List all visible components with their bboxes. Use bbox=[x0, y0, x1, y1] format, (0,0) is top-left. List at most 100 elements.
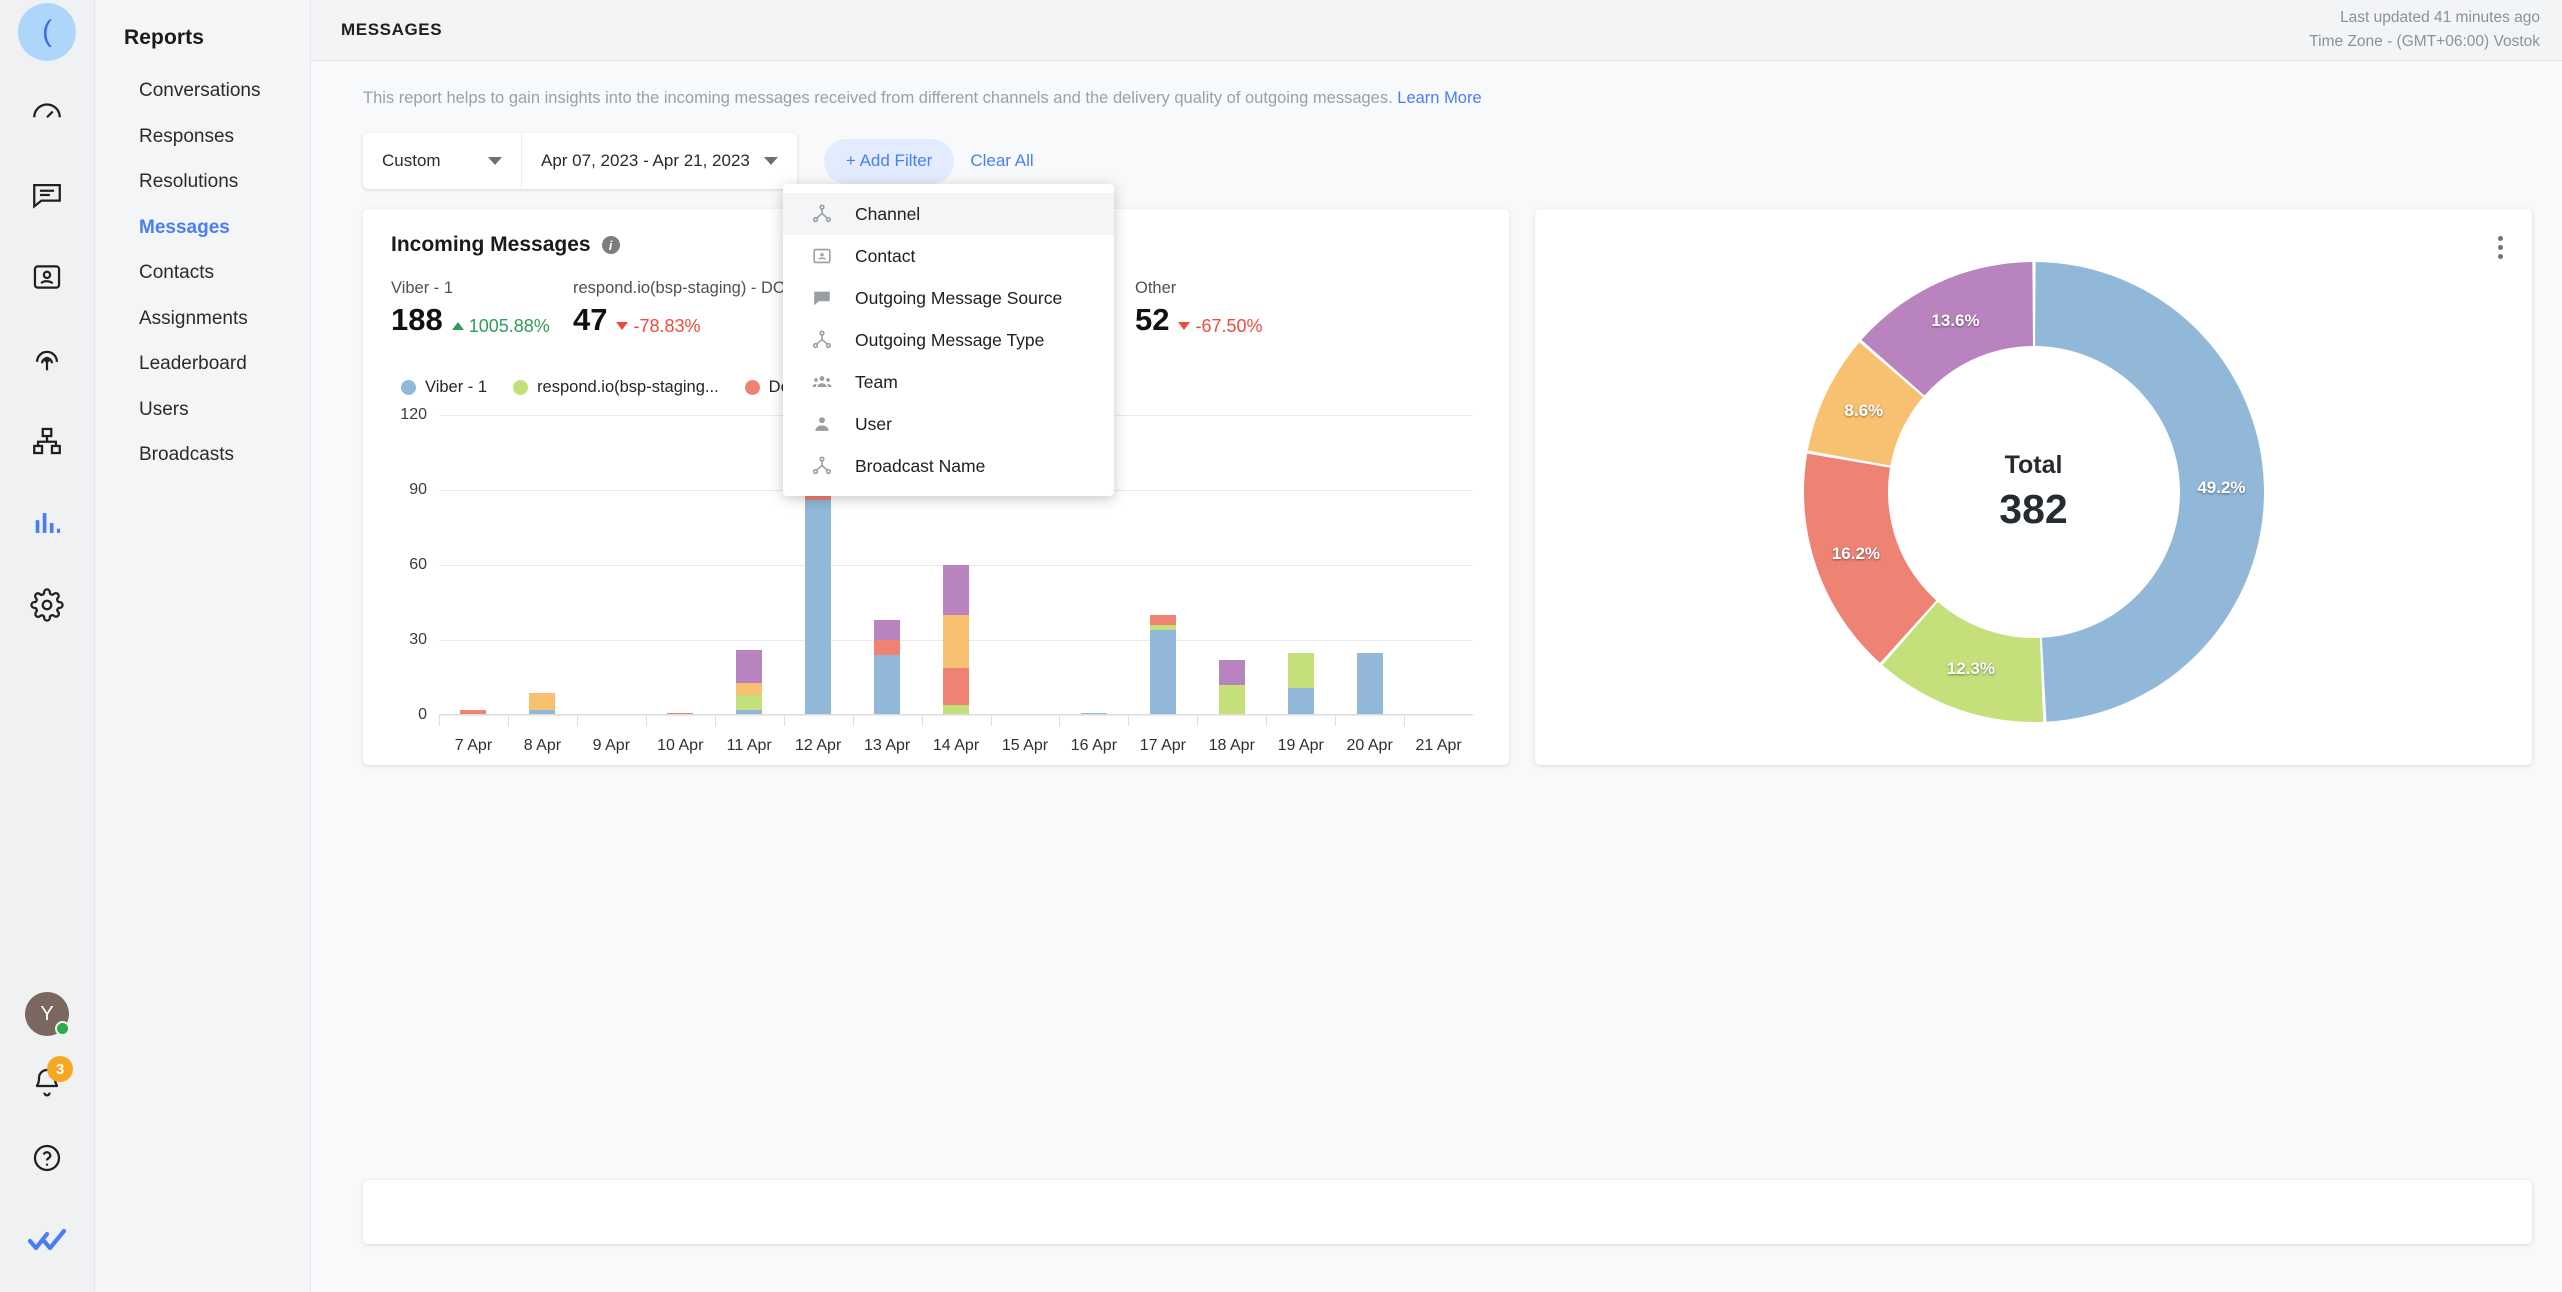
filter-option-user[interactable]: User bbox=[783, 403, 1114, 445]
learn-more-link[interactable]: Learn More bbox=[1397, 89, 1481, 107]
cards-row: Incoming Messages i Viber - 1 188 1005.8… bbox=[341, 189, 2532, 765]
respond-io-logo-icon[interactable] bbox=[17, 1210, 77, 1270]
messages-donut-chart: Total 382 49.2%12.3%16.2%8.6%13.6% bbox=[1804, 262, 2264, 722]
legend-item[interactable]: respond.io(bsp-staging... bbox=[513, 378, 719, 397]
sidebar-item-leaderboard[interactable]: Leaderboard bbox=[95, 341, 310, 387]
stacked-bar[interactable] bbox=[1357, 653, 1383, 716]
filter-option-contact[interactable]: Contact bbox=[783, 235, 1114, 277]
bar-segment bbox=[943, 565, 969, 615]
filter-option-label: Outgoing Message Type bbox=[855, 330, 1044, 351]
presence-indicator bbox=[55, 1021, 70, 1036]
x-axis-tick-label: 19 Apr bbox=[1266, 737, 1335, 755]
bar-slot bbox=[1335, 415, 1404, 715]
stacked-bar[interactable] bbox=[529, 693, 555, 716]
reports-icon[interactable] bbox=[17, 493, 77, 553]
bar-segment bbox=[943, 668, 969, 706]
chevron-down-icon bbox=[764, 157, 778, 165]
date-range-select[interactable]: Apr 07, 2023 - Apr 21, 2023 bbox=[521, 133, 797, 189]
sidebar-item-resolutions[interactable]: Resolutions bbox=[95, 159, 310, 205]
donut-slice-label: 49.2% bbox=[2197, 478, 2245, 498]
donut-center: Total 382 bbox=[1804, 451, 2264, 533]
broadcasts-icon[interactable] bbox=[17, 329, 77, 389]
filter-option-channel[interactable]: Channel bbox=[783, 193, 1114, 235]
bar-slot bbox=[1128, 415, 1197, 715]
bar-segment bbox=[874, 640, 900, 655]
stacked-bar[interactable] bbox=[1219, 660, 1245, 715]
stacked-bar[interactable] bbox=[874, 620, 900, 715]
bar-segment bbox=[529, 693, 555, 711]
filter-option-label: User bbox=[855, 414, 892, 435]
rail-bottom-group: Y 3 bbox=[17, 992, 77, 1292]
avatar[interactable]: Y bbox=[25, 992, 69, 1036]
bar-segment bbox=[1150, 630, 1176, 715]
y-axis-tick-label: 60 bbox=[391, 556, 427, 574]
stat-delta: -78.83% bbox=[616, 316, 700, 337]
filter-option-outgoing-message-type[interactable]: Outgoing Message Type bbox=[783, 319, 1114, 361]
donut-slice-label: 12.3% bbox=[1947, 659, 1995, 679]
x-axis-tick-label: 9 Apr bbox=[577, 737, 646, 755]
x-axis-tick-label: 13 Apr bbox=[853, 737, 922, 755]
x-axis-ticks bbox=[439, 715, 1473, 726]
bar-slot bbox=[439, 415, 508, 715]
help-icon[interactable] bbox=[17, 1128, 77, 1188]
time-zone-text: Time Zone - (GMT+06:00) Vostok bbox=[2309, 30, 2540, 54]
date-preset-select[interactable]: Custom bbox=[363, 133, 521, 189]
sidebar-item-users[interactable]: Users bbox=[95, 387, 310, 433]
sidebar-item-assignments[interactable]: Assignments bbox=[95, 296, 310, 342]
filter-option-broadcast-name[interactable]: Broadcast Name bbox=[783, 445, 1114, 487]
filter-option-team[interactable]: Team bbox=[783, 361, 1114, 403]
dashboard-icon[interactable] bbox=[17, 83, 77, 143]
stacked-bar[interactable] bbox=[1150, 615, 1176, 715]
topbar-meta: Last updated 41 minutes ago Time Zone - … bbox=[2309, 6, 2540, 54]
arrow-up-icon bbox=[452, 322, 464, 330]
more-options-icon[interactable] bbox=[2493, 231, 2508, 264]
settings-icon[interactable] bbox=[17, 575, 77, 635]
stacked-bar[interactable] bbox=[736, 650, 762, 715]
people-group-icon bbox=[811, 371, 833, 393]
filter-option-label: Contact bbox=[855, 246, 915, 267]
x-axis-tick-label: 10 Apr bbox=[646, 737, 715, 755]
notifications-button[interactable]: 3 bbox=[23, 1058, 71, 1106]
filter-option-label: Channel bbox=[855, 204, 920, 225]
contacts-icon[interactable] bbox=[17, 247, 77, 307]
stat-delta: -67.50% bbox=[1178, 316, 1262, 337]
sidebar-item-contacts[interactable]: Contacts bbox=[95, 250, 310, 296]
messages-icon[interactable] bbox=[17, 165, 77, 225]
x-axis-tick-label: 18 Apr bbox=[1197, 737, 1266, 755]
bar-slot bbox=[1266, 415, 1335, 715]
y-axis-tick-label: 0 bbox=[391, 706, 427, 724]
sidebar-item-broadcasts[interactable]: Broadcasts bbox=[95, 432, 310, 478]
filter-option-outgoing-message-source[interactable]: Outgoing Message Source bbox=[783, 277, 1114, 319]
x-axis-tick-label: 11 Apr bbox=[715, 737, 784, 755]
workflows-icon[interactable] bbox=[17, 411, 77, 471]
bar-segment bbox=[874, 620, 900, 640]
sidebar-item-messages[interactable]: Messages bbox=[95, 205, 310, 251]
next-card-placeholder bbox=[363, 1180, 2532, 1244]
donut-center-label: Total bbox=[1804, 451, 2264, 480]
legend-label: Viber - 1 bbox=[425, 378, 487, 397]
add-filter-button[interactable]: + Add Filter bbox=[824, 139, 954, 184]
bar-slot bbox=[1404, 415, 1473, 715]
app-root: ( bbox=[0, 0, 2562, 1292]
bar-segment bbox=[1288, 653, 1314, 688]
clear-all-button[interactable]: Clear All bbox=[970, 151, 1033, 171]
info-icon[interactable]: i bbox=[602, 236, 620, 254]
bar-segment bbox=[805, 500, 831, 715]
workspace-logo[interactable]: ( bbox=[18, 3, 76, 61]
stacked-bar[interactable] bbox=[943, 565, 969, 715]
topbar: MESSAGES Last updated 41 minutes ago Tim… bbox=[311, 0, 2562, 61]
sidebar-item-conversations[interactable]: Conversations bbox=[95, 68, 310, 114]
stat-other: Other 52 -67.50% bbox=[1135, 279, 1317, 338]
report-description: This report helps to gain insights into … bbox=[341, 61, 2532, 108]
bar-segment bbox=[1219, 660, 1245, 685]
sidebar-title: Reports bbox=[95, 16, 310, 50]
bar-segment bbox=[736, 650, 762, 683]
stacked-bar[interactable] bbox=[1288, 653, 1314, 716]
workspace-logo-glyph: ( bbox=[42, 17, 52, 47]
legend-item[interactable]: Viber - 1 bbox=[401, 378, 487, 397]
sidebar-item-responses[interactable]: Responses bbox=[95, 114, 310, 160]
date-range-control: Custom Apr 07, 2023 - Apr 21, 2023 bbox=[363, 133, 797, 189]
bar-segment bbox=[736, 695, 762, 710]
bar-segment bbox=[1288, 688, 1314, 716]
arrow-down-icon bbox=[616, 322, 628, 330]
